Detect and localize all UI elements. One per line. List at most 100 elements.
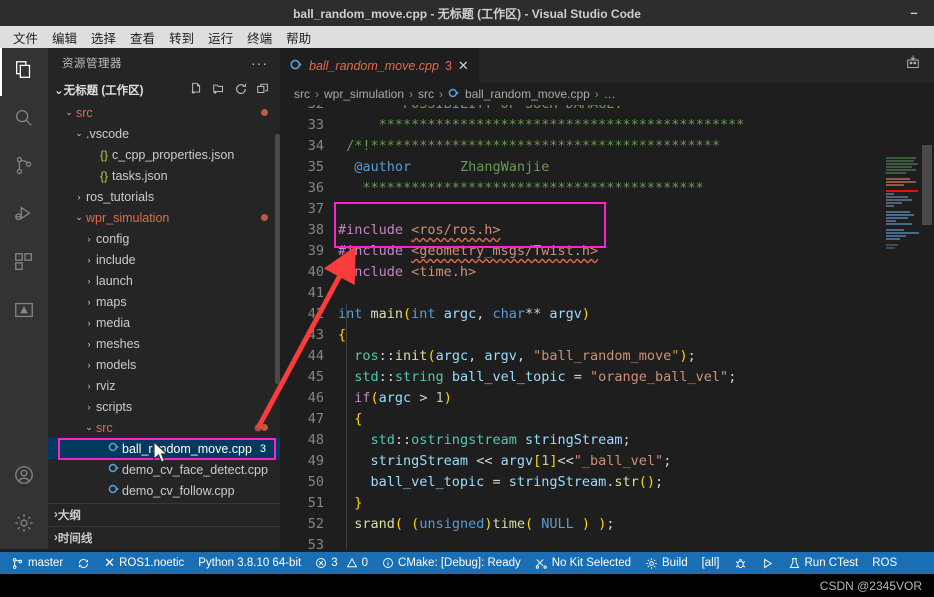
- activity-item-run-and-debug[interactable]: [0, 192, 48, 240]
- tree-item[interactable]: › models: [48, 354, 280, 375]
- status-item-4[interactable]: 30: [308, 552, 375, 574]
- activity-item-settings[interactable]: [0, 501, 48, 549]
- tree-item[interactable]: {} c_cpp_properties.json: [48, 144, 280, 165]
- breadcrumb-item-0[interactable]: src: [294, 87, 310, 101]
- tree-item[interactable]: › scripts: [48, 396, 280, 417]
- code-line[interactable]: 44 ros::init(argc, argv, "ball_random_mo…: [280, 346, 934, 367]
- minimize-button[interactable]: –: [904, 0, 924, 26]
- code-line[interactable]: 39 #include <geometry_msgs/Twist.h>: [280, 241, 934, 262]
- tree-item[interactable]: ⌄ .vscode: [48, 123, 280, 144]
- workspace-root-row[interactable]: ⌄ 无标题 (工作区): [48, 78, 280, 102]
- tree-item[interactable]: ⌄ src: [48, 417, 280, 438]
- status-item-8[interactable]: [all]: [695, 552, 727, 574]
- code-line[interactable]: 46 if(argc > 1): [280, 388, 934, 409]
- chevron-right-icon[interactable]: ›: [82, 360, 96, 370]
- code-line[interactable]: 47 {: [280, 409, 934, 430]
- tree-item[interactable]: demo_cv_face_detect.cpp: [48, 459, 280, 480]
- refresh-icon[interactable]: [234, 82, 248, 99]
- chevron-down-icon[interactable]: ⌄: [72, 128, 86, 139]
- menu-item-6[interactable]: 终端: [240, 27, 279, 48]
- new-file-icon[interactable]: [190, 82, 204, 99]
- code-line[interactable]: 33 *************************************…: [280, 115, 934, 136]
- menu-item-7[interactable]: 帮助: [279, 27, 318, 48]
- chevron-down-icon[interactable]: ⌄: [54, 83, 64, 97]
- code-line[interactable]: 49 stringStream << argv[1]<<"_ball_vel";: [280, 451, 934, 472]
- tree-item[interactable]: demo_cv_follow.cpp: [48, 480, 280, 501]
- breadcrumb-item-1[interactable]: wpr_simulation: [324, 87, 404, 101]
- code-line[interactable]: 41: [280, 283, 934, 304]
- menu-item-5[interactable]: 运行: [201, 27, 240, 48]
- chevron-down-icon[interactable]: ⌄: [72, 212, 86, 223]
- activity-item-search[interactable]: [0, 96, 48, 144]
- code-line[interactable]: 34 /*!**********************************…: [280, 136, 934, 157]
- code-line[interactable]: 40 #include <time.h>: [280, 262, 934, 283]
- menu-item-4[interactable]: 转到: [162, 27, 201, 48]
- tree-item[interactable]: ⌄ src: [48, 102, 280, 123]
- ros-run-icon[interactable]: [904, 54, 922, 77]
- activity-item-source-control[interactable]: [0, 144, 48, 192]
- chevron-right-icon[interactable]: ›: [82, 402, 96, 412]
- code-line[interactable]: 45 std::string ball_vel_topic = "orange_…: [280, 367, 934, 388]
- tree-item[interactable]: ⌄ wpr_simulation: [48, 207, 280, 228]
- code-line[interactable]: 42 int main(int argc, char** argv): [280, 304, 934, 325]
- breadcrumb-item-2[interactable]: src: [418, 87, 434, 101]
- code-line[interactable]: 51 }: [280, 493, 934, 514]
- sidebar-section-outline[interactable]: › 大纲: [48, 503, 280, 526]
- activity-item-explorer[interactable]: [0, 48, 48, 96]
- code-line[interactable]: 48 std::ostringstream stringStream;: [280, 430, 934, 451]
- close-icon[interactable]: ✕: [458, 58, 469, 74]
- tree-item[interactable]: › include: [48, 249, 280, 270]
- code-line[interactable]: 35 @author ZhangWanjie: [280, 157, 934, 178]
- status-item-1[interactable]: [70, 552, 97, 574]
- chevron-right-icon[interactable]: ›: [82, 297, 96, 307]
- chevron-right-icon[interactable]: ›: [82, 234, 96, 244]
- chevron-right-icon[interactable]: ›: [82, 255, 96, 265]
- code-line[interactable]: 38 #include <ros/ros.h>: [280, 220, 934, 241]
- status-item-10[interactable]: [754, 552, 781, 574]
- tree-item[interactable]: › rviz: [48, 375, 280, 396]
- chevron-right-icon[interactable]: ›: [82, 276, 96, 286]
- more-actions-icon[interactable]: ···: [251, 55, 268, 71]
- activity-item-ros[interactable]: [0, 288, 48, 336]
- code-line[interactable]: 36 *************************************…: [280, 178, 934, 199]
- tree-item[interactable]: › launch: [48, 270, 280, 291]
- code-line[interactable]: 37: [280, 199, 934, 220]
- status-item-2[interactable]: ✕ ROS1.noetic: [97, 552, 191, 574]
- status-item-12[interactable]: ROS: [865, 552, 904, 574]
- status-item-5[interactable]: CMake: [Debug]: Ready: [375, 552, 528, 574]
- menu-item-3[interactable]: 查看: [123, 27, 162, 48]
- status-item-0[interactable]: master: [4, 552, 70, 574]
- menu-item-2[interactable]: 选择: [84, 27, 123, 48]
- chevron-down-icon[interactable]: ⌄: [62, 107, 76, 118]
- tree-item[interactable]: › config: [48, 228, 280, 249]
- chevron-right-icon[interactable]: ›: [82, 381, 96, 391]
- status-item-7[interactable]: Build: [638, 552, 695, 574]
- breadcrumb-item-4[interactable]: …: [604, 87, 616, 101]
- new-folder-icon[interactable]: [212, 82, 226, 99]
- editor-tab-ball-random-move[interactable]: ball_random_move.cpp 3 ✕: [280, 48, 479, 83]
- file-tree[interactable]: ⌄ src ⌄ .vscode{} c_cpp_properties.json{} tas…: [48, 102, 280, 502]
- sidebar-section-timeline[interactable]: › 时间线: [48, 526, 280, 549]
- editor-scrollbar[interactable]: [920, 105, 934, 549]
- status-item-11[interactable]: Run CTest: [781, 552, 866, 574]
- chevron-right-icon[interactable]: ›: [82, 318, 96, 328]
- breadcrumb-item-3[interactable]: ball_random_move.cpp: [465, 87, 590, 101]
- activity-item-extensions[interactable]: [0, 240, 48, 288]
- breadcrumb[interactable]: src › wpr_simulation › src › ball_random_move.…: [280, 83, 934, 105]
- chevron-right-icon[interactable]: ›: [72, 192, 86, 202]
- collapse-all-icon[interactable]: [256, 82, 270, 99]
- tree-item[interactable]: › meshes: [48, 333, 280, 354]
- tree-item[interactable]: {} tasks.json: [48, 165, 280, 186]
- chevron-right-icon[interactable]: ›: [82, 339, 96, 349]
- status-item-3[interactable]: Python 3.8.10 64-bit: [191, 552, 308, 574]
- tree-item[interactable]: › maps: [48, 291, 280, 312]
- code-line[interactable]: 53: [280, 535, 934, 549]
- tree-item[interactable]: › media: [48, 312, 280, 333]
- code-line[interactable]: 52 srand( (unsigned)time( NULL ) );: [280, 514, 934, 535]
- code-line[interactable]: 32 * POSSIBILITY OF SUCH DAMAGE.: [280, 105, 934, 115]
- menu-item-0[interactable]: 文件: [6, 27, 45, 48]
- tree-item[interactable]: › ros_tutorials: [48, 186, 280, 207]
- code-editor[interactable]: 32 * POSSIBILITY OF SUCH DAMAGE.33 *****…: [280, 105, 934, 549]
- code-line[interactable]: 43 {: [280, 325, 934, 346]
- status-item-6[interactable]: No Kit Selected: [528, 552, 638, 574]
